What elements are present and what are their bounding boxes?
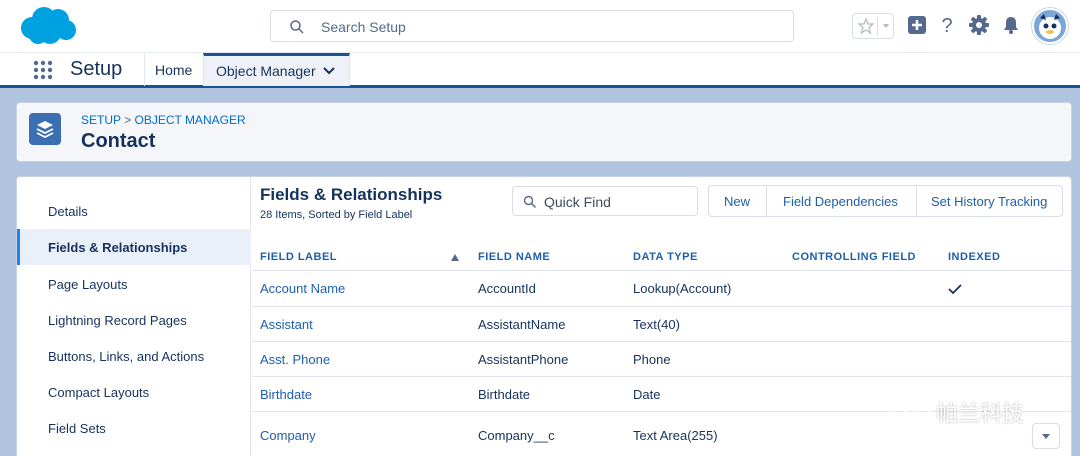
sidebar-item-label: Field Sets (48, 421, 106, 436)
table-row: Account Name AccountId Lookup(Account) (252, 271, 1071, 307)
object-page-header: SETUP > OBJECT MANAGER Contact (16, 102, 1072, 162)
sidebar-item-buttons-links-actions[interactable]: Buttons, Links, and Actions (17, 338, 251, 374)
table-row: Assistant AssistantName Text(40) (252, 307, 1071, 342)
tab-label: Object Manager (216, 63, 316, 79)
help-icon[interactable]: ? (936, 14, 958, 36)
quick-find-placeholder: Quick Find (544, 194, 611, 210)
favorites-star-icon[interactable] (857, 17, 875, 35)
sidebar-item-lightning-record-pages[interactable]: Lightning Record Pages (17, 302, 251, 338)
checkmark-icon (948, 284, 962, 295)
button-label: Set History Tracking (931, 194, 1048, 209)
field-api-name: Birthdate (478, 387, 531, 402)
search-icon (290, 20, 304, 34)
tab-home[interactable]: Home (144, 53, 202, 86)
sidebar-item-label: Page Layouts (48, 277, 128, 292)
svg-text:?: ? (941, 15, 952, 36)
column-header-controlling-field[interactable]: CONTROLLING FIELD (792, 251, 916, 263)
breadcrumb-separator: > (120, 113, 135, 127)
field-label-link[interactable]: Assistant (260, 317, 313, 332)
table-row: Asst. Phone AssistantPhone Phone (252, 342, 1071, 377)
sidebar-item-label: Fields & Relationships (48, 240, 188, 255)
section-title: Fields & Relationships (260, 185, 443, 204)
app-launcher-icon[interactable] (32, 59, 54, 81)
favorites-button[interactable] (852, 13, 894, 39)
field-label-link[interactable]: Account Name (260, 281, 345, 296)
sidebar-item-label: Lightning Record Pages (48, 313, 187, 328)
sort-ascending-icon[interactable] (451, 254, 459, 261)
quick-find-input[interactable]: Quick Find (512, 186, 698, 216)
tab-label: Home (155, 62, 193, 78)
action-button-group: New Field Dependencies Set History Track… (708, 185, 1063, 217)
column-header-field-label[interactable]: FIELD LABEL (260, 251, 337, 263)
search-icon (523, 195, 536, 208)
add-icon[interactable] (906, 14, 928, 36)
field-api-name: AccountId (478, 281, 536, 296)
button-label: New (724, 194, 751, 209)
sidebar-item-label: Compact Layouts (48, 385, 150, 400)
field-label-link[interactable]: Company (260, 428, 316, 443)
app-name: Setup (70, 58, 123, 80)
sidebar-item-compact-layouts[interactable]: Compact Layouts (17, 374, 251, 410)
breadcrumb: SETUP > OBJECT MANAGER (81, 113, 246, 127)
breadcrumb-setup[interactable]: SETUP (81, 113, 121, 127)
setup-gear-icon[interactable] (968, 14, 990, 36)
button-label: Field Dependencies (783, 194, 898, 209)
notifications-bell-icon[interactable] (1000, 14, 1022, 36)
divider (877, 17, 878, 35)
favorites-dropdown-icon[interactable] (881, 19, 891, 33)
sidebar-item-fields-relationships[interactable]: Fields & Relationships (17, 229, 251, 265)
chevron-down-icon[interactable] (322, 65, 336, 77)
sidebar-item-field-sets[interactable]: Field Sets (17, 410, 251, 446)
object-layers-icon (29, 113, 61, 145)
field-data-type: Lookup(Account) (633, 281, 732, 296)
field-dependencies-button[interactable]: Field Dependencies (767, 186, 917, 216)
tab-object-manager[interactable]: Object Manager (203, 53, 350, 86)
wechat-logo-icon (890, 394, 930, 423)
page-title: Contact (81, 130, 156, 152)
column-header-indexed[interactable]: INDEXED (948, 251, 1000, 263)
field-label-link[interactable]: Asst. Phone (260, 352, 330, 367)
search-placeholder: Search Setup (321, 19, 406, 35)
global-search-input[interactable]: Search Setup (270, 10, 794, 42)
field-label-link[interactable]: Birthdate (260, 387, 312, 402)
sidebar-item-details[interactable]: Details (17, 193, 251, 229)
column-header-field-name[interactable]: FIELD NAME (478, 251, 550, 263)
user-avatar[interactable] (1032, 8, 1068, 44)
breadcrumb-object-manager[interactable]: OBJECT MANAGER (134, 113, 245, 127)
field-data-type: Date (633, 387, 661, 402)
set-history-tracking-button[interactable]: Set History Tracking (917, 186, 1062, 216)
salesforce-cloud-logo[interactable] (18, 6, 78, 46)
object-sidebar: Details Fields & Relationships Page Layo… (17, 177, 251, 456)
field-api-name: Company__c (478, 428, 555, 443)
sidebar-item-page-layouts[interactable]: Page Layouts (17, 266, 251, 302)
global-header: Search Setup ? (0, 0, 1080, 52)
field-api-name: AssistantName (478, 317, 566, 332)
wechat-watermark: 帕兰科技 (888, 392, 1058, 428)
watermark-text: 帕兰科技 (936, 402, 1025, 427)
field-data-type: Text Area(255) (633, 428, 718, 443)
field-data-type: Phone (633, 352, 671, 367)
field-api-name: AssistantPhone (478, 352, 569, 367)
new-field-button[interactable]: New (709, 186, 767, 216)
sidebar-item-label: Buttons, Links, and Actions (48, 349, 205, 364)
column-header-data-type[interactable]: DATA TYPE (633, 251, 698, 263)
sidebar-item-label: Details (48, 204, 88, 219)
app-navigation-bar: Setup Home Object Manager (0, 52, 1080, 88)
field-data-type: Text(40) (633, 317, 680, 332)
table-header: FIELD LABEL FIELD NAME DATA TYPE CONTROL… (252, 245, 1071, 271)
item-count-summary: 28 Items, Sorted by Field Label (260, 209, 413, 221)
